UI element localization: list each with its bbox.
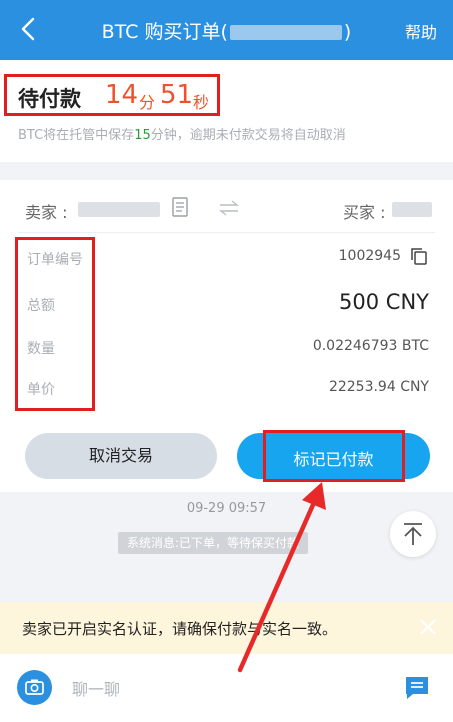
labels-highlight-frame: 订单编号 总额 数量 单价	[15, 237, 95, 411]
buyer-name-redacted	[392, 202, 432, 217]
swap-arrows-icon	[219, 200, 239, 216]
help-button[interactable]: 帮助	[405, 19, 437, 43]
document-icon[interactable]	[172, 197, 188, 217]
arrow-up-to-top-icon	[404, 523, 422, 545]
chat-input-bar	[0, 654, 453, 722]
unit-price-value: 22253.94 CNY	[328, 379, 429, 395]
redacted-order-name	[229, 25, 342, 40]
escrow-minutes: 15	[134, 128, 151, 143]
order-number-value: 1002945	[338, 248, 401, 264]
order-number-label: 订单编号	[27, 252, 83, 268]
notice-text: 卖家已开启实名认证，请确保付款与实名一致。	[22, 620, 338, 638]
mark-paid-button[interactable]: 标记已付款	[237, 430, 430, 482]
chat-input[interactable]	[72, 676, 372, 702]
chat-timestamp: 09-29 09:57	[186, 501, 267, 516]
buyer-label: 买家 :	[343, 203, 386, 222]
camera-button[interactable]	[17, 670, 52, 705]
minute-unit: 分	[139, 93, 156, 112]
payment-status-section: 待付款 14 分 51 秒 BTC将在托管中保存15分钟，逾期未付款交易将自动取…	[0, 60, 453, 162]
chat-area: 09-29 09:57 系统消息:已下单，等待保买付款	[0, 492, 453, 602]
system-message: 系统消息:已下单，等待保买付款	[118, 532, 309, 554]
close-icon[interactable]	[419, 618, 437, 636]
quantity-label: 数量	[27, 341, 55, 357]
mark-paid-label: 标记已付款	[293, 450, 374, 469]
pay-status-label: 待付款	[18, 87, 81, 111]
total-amount-label: 总额	[27, 298, 55, 314]
countdown-seconds: 51	[160, 80, 194, 110]
escrow-note-prefix: BTC将在托管中保存	[18, 128, 135, 143]
second-unit: 秒	[193, 93, 210, 112]
seller-name-redacted	[78, 202, 160, 217]
escrow-note-suffix: 分钟，逾期未付款交易将自动取消	[150, 128, 346, 143]
cancel-trade-button[interactable]: 取消交易	[25, 433, 217, 479]
camera-icon	[25, 679, 44, 695]
page-title: BTC 购买订单()	[0, 17, 453, 44]
order-details-card: 卖家 : 买家 : 订单编号 总额 数量 单价 1002945 500 CNY …	[0, 180, 453, 492]
top-header: BTC 购买订单() 帮助	[0, 0, 453, 60]
message-icon[interactable]	[403, 674, 431, 702]
total-amount-value: 500 CNY	[339, 290, 429, 314]
title-text: BTC 购买订单(	[101, 21, 228, 43]
escrow-note: BTC将在托管中保存15分钟，逾期未付款交易将自动取消	[18, 124, 346, 143]
quantity-value: 0.02246793 BTC	[312, 338, 429, 354]
scroll-to-top-button[interactable]	[390, 511, 436, 557]
title-suffix: )	[343, 21, 352, 43]
copy-icon[interactable]	[409, 246, 429, 266]
seller-label: 卖家 :	[25, 203, 68, 222]
unit-price-label: 单价	[27, 382, 55, 398]
countdown-highlight-frame: 待付款 14 分 51 秒	[4, 74, 220, 116]
verification-notice-bar: 卖家已开启实名认证，请确保付款与实名一致。	[0, 602, 453, 654]
countdown-minutes: 14	[105, 80, 139, 110]
divider	[18, 232, 435, 233]
